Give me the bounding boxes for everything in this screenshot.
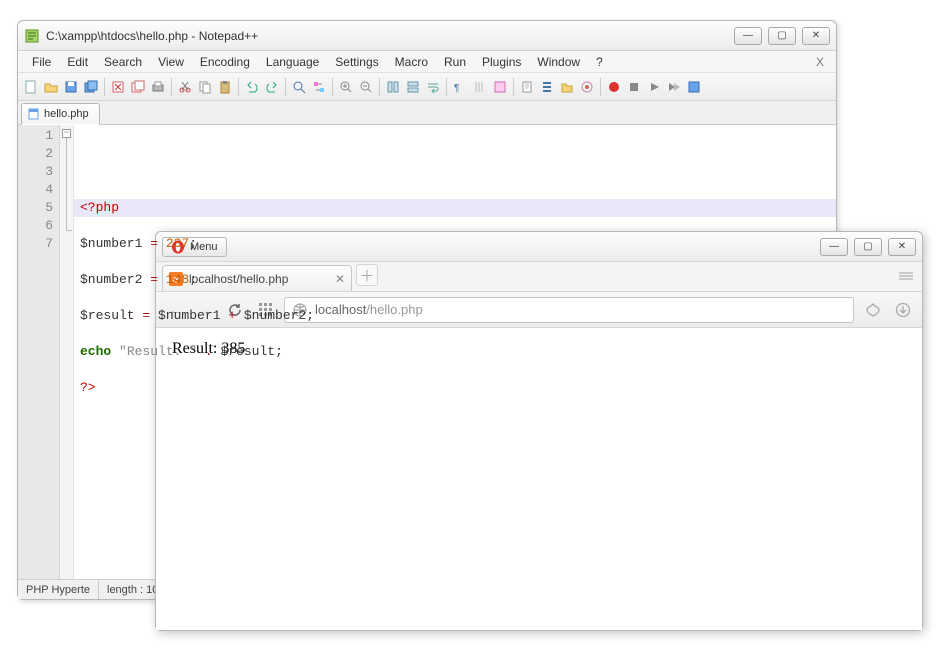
toolbar-separator — [238, 78, 239, 96]
copy-icon[interactable] — [196, 78, 214, 96]
toolbar-separator — [285, 78, 286, 96]
menu-encoding[interactable]: Encoding — [192, 53, 258, 71]
toolbar-separator — [379, 78, 380, 96]
record-macro-icon[interactable] — [605, 78, 623, 96]
print-icon[interactable] — [149, 78, 167, 96]
toolbar-separator — [171, 78, 172, 96]
sync-h-icon[interactable] — [404, 78, 422, 96]
window-controls: — ▢ ✕ — [820, 238, 916, 256]
func-list-icon[interactable] — [538, 78, 556, 96]
download-button[interactable] — [892, 299, 914, 321]
menu-search[interactable]: Search — [96, 53, 150, 71]
menubar: File Edit Search View Encoding Language … — [18, 51, 836, 73]
maximize-button[interactable]: ▢ — [768, 27, 796, 45]
cut-icon[interactable] — [176, 78, 194, 96]
toolbar: ¶ — [18, 73, 836, 101]
menu-edit[interactable]: Edit — [59, 53, 96, 71]
bookmark-button[interactable] — [862, 299, 884, 321]
wrap-icon[interactable] — [424, 78, 442, 96]
folder-icon[interactable] — [558, 78, 576, 96]
notepadpp-titlebar[interactable]: C:\xampp\htdocs\hello.php - Notepad++ — … — [18, 21, 836, 51]
menu-language[interactable]: Language — [258, 53, 327, 71]
close-button[interactable]: ✕ — [802, 27, 830, 45]
menu-help[interactable]: ? — [588, 53, 611, 71]
stop-macro-icon[interactable] — [625, 78, 643, 96]
save-icon[interactable] — [62, 78, 80, 96]
line-number-gutter: 1 2 3 4 5 6 7 — [18, 125, 60, 579]
close-button[interactable]: ✕ — [888, 238, 916, 256]
new-file-icon[interactable] — [22, 78, 40, 96]
fold-gutter: − — [60, 125, 74, 579]
fold-collapse-icon[interactable]: − — [62, 129, 71, 138]
toolbar-separator — [513, 78, 514, 96]
monitor-icon[interactable] — [578, 78, 596, 96]
indent-guide-icon[interactable] — [471, 78, 489, 96]
status-language: PHP Hyperte — [18, 580, 99, 599]
maximize-button[interactable]: ▢ — [854, 238, 882, 256]
menu-view[interactable]: View — [150, 53, 192, 71]
menubar-close-icon[interactable]: X — [810, 53, 830, 71]
tab-label: hello.php — [44, 108, 89, 120]
toolbar-separator — [446, 78, 447, 96]
menu-settings[interactable]: Settings — [327, 53, 386, 71]
play-multi-icon[interactable] — [665, 78, 683, 96]
menu-file[interactable]: File — [24, 53, 59, 71]
redo-icon[interactable] — [263, 78, 281, 96]
show-chars-icon[interactable]: ¶ — [451, 78, 469, 96]
minimize-button[interactable]: — — [734, 27, 762, 45]
toolbar-separator — [332, 78, 333, 96]
notepadpp-icon — [24, 28, 40, 44]
user-lang-icon[interactable] — [491, 78, 509, 96]
panel-toggle-icon[interactable] — [896, 267, 916, 285]
doc-map-icon[interactable] — [518, 78, 536, 96]
file-icon — [28, 108, 40, 120]
editor-tabs: hello.php — [18, 101, 836, 125]
open-file-icon[interactable] — [42, 78, 60, 96]
window-title: C:\xampp\htdocs\hello.php - Notepad++ — [46, 29, 734, 43]
zoom-out-icon[interactable] — [357, 78, 375, 96]
undo-icon[interactable] — [243, 78, 261, 96]
paste-icon[interactable] — [216, 78, 234, 96]
play-macro-icon[interactable] — [645, 78, 663, 96]
menu-macro[interactable]: Macro — [387, 53, 436, 71]
save-all-icon[interactable] — [82, 78, 100, 96]
save-macro-icon[interactable] — [685, 78, 703, 96]
sync-v-icon[interactable] — [384, 78, 402, 96]
find-icon[interactable] — [290, 78, 308, 96]
menu-plugins[interactable]: Plugins — [474, 53, 529, 71]
svg-text:¶: ¶ — [454, 83, 459, 94]
replace-icon[interactable] — [310, 78, 328, 96]
window-controls: — ▢ ✕ — [734, 27, 830, 45]
toolbar-separator — [104, 78, 105, 96]
toolbar-separator — [600, 78, 601, 96]
editor-tab-hello[interactable]: hello.php — [21, 103, 100, 125]
close-all-icon[interactable] — [129, 78, 147, 96]
zoom-in-icon[interactable] — [337, 78, 355, 96]
close-file-icon[interactable] — [109, 78, 127, 96]
menu-window[interactable]: Window — [529, 53, 588, 71]
menu-run[interactable]: Run — [436, 53, 474, 71]
